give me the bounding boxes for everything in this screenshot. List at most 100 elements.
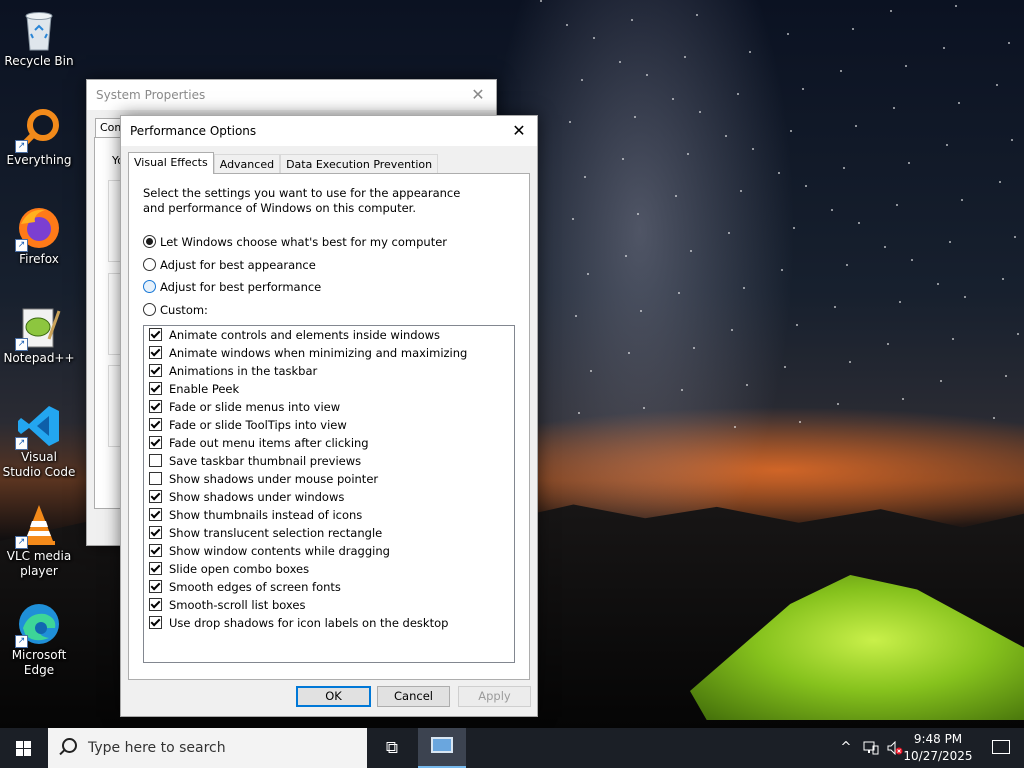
performance-options-dialog[interactable]: Performance Options ✕ Visual Effects Adv… (120, 115, 538, 717)
checkbox[interactable] (149, 490, 162, 503)
radio-best-performance[interactable]: Adjust for best performance (143, 278, 321, 296)
start-button[interactable] (0, 728, 48, 768)
checkbox[interactable] (149, 526, 162, 539)
system-properties-titlebar[interactable]: System Properties ✕ (87, 80, 496, 110)
effect-item[interactable]: Animations in the taskbar (144, 362, 514, 380)
star (958, 102, 960, 104)
effect-label: Show shadows under windows (169, 490, 345, 504)
tab-advanced[interactable]: Advanced (213, 154, 281, 174)
star (587, 273, 589, 275)
star (590, 370, 592, 372)
effect-item[interactable]: Smooth edges of screen fonts (144, 578, 514, 596)
effect-item[interactable]: Fade or slide ToolTips into view (144, 416, 514, 434)
desktop-icon-everything[interactable]: ↗ Everything (2, 105, 76, 168)
effect-label: Fade or slide ToolTips into view (169, 418, 347, 432)
radio-indicator[interactable] (143, 303, 156, 316)
shortcut-arrow-icon: ↗ (15, 239, 28, 252)
effect-item[interactable]: Animate controls and elements inside win… (144, 326, 514, 344)
checkbox[interactable] (149, 418, 162, 431)
effect-item[interactable]: Slide open combo boxes (144, 560, 514, 578)
checkbox[interactable] (149, 346, 162, 359)
effect-item[interactable]: Fade out menu items after clicking (144, 434, 514, 452)
radio-best-appearance[interactable]: Adjust for best appearance (143, 256, 316, 274)
star (681, 389, 683, 391)
checkbox[interactable] (149, 364, 162, 377)
effect-item[interactable]: Smooth-scroll list boxes (144, 596, 514, 614)
star (1008, 42, 1010, 44)
visual-effects-tabpage: Select the settings you want to use for … (128, 173, 530, 680)
checkbox[interactable] (149, 382, 162, 395)
desktop-icon-edge[interactable]: ↗ Microsoft Edge (2, 600, 76, 678)
checkbox[interactable] (149, 454, 162, 467)
effect-item[interactable]: Show shadows under mouse pointer (144, 470, 514, 488)
star (849, 361, 851, 363)
radio-label: Custom: (160, 303, 208, 317)
checkbox[interactable] (149, 598, 162, 611)
checkbox[interactable] (149, 328, 162, 341)
star (799, 421, 801, 423)
task-view-button[interactable]: ⧉ (372, 728, 412, 768)
effect-item[interactable]: Show shadows under windows (144, 488, 514, 506)
search-icon (62, 738, 77, 753)
star (964, 296, 966, 298)
star (725, 135, 727, 137)
effect-item[interactable]: Show window contents while dragging (144, 542, 514, 560)
effect-item[interactable]: Fade or slide menus into view (144, 398, 514, 416)
checkbox[interactable] (149, 508, 162, 521)
effect-label: Animations in the taskbar (169, 364, 318, 378)
apply-button[interactable]: Apply (458, 686, 531, 707)
action-center-button[interactable] (978, 728, 1024, 768)
tray-overflow-chevron-icon[interactable]: ^ (836, 728, 856, 768)
desktop-icon-firefox[interactable]: ↗ Firefox (2, 204, 76, 267)
desktop-icon-vscode[interactable]: ↗ Visual Studio Code (2, 402, 76, 480)
effect-item[interactable]: Show translucent selection rectangle (144, 524, 514, 542)
star (781, 269, 783, 271)
effect-item[interactable]: Show thumbnails instead of icons (144, 506, 514, 524)
desktop-icon-vlc[interactable]: ↗ VLC media player (2, 501, 76, 579)
radio-custom[interactable]: Custom: (143, 301, 208, 319)
taskbar-search-box[interactable]: Type here to search (48, 728, 367, 768)
system-properties-icon (431, 737, 453, 753)
tab-data-execution-prevention[interactable]: Data Execution Prevention (280, 154, 439, 174)
effect-item[interactable]: Animate windows when minimizing and maxi… (144, 344, 514, 362)
checkbox[interactable] (149, 616, 162, 629)
desktop-icon-notepadpp[interactable]: ↗ Notepad++ (2, 303, 76, 366)
desktop-icon-recycle-bin[interactable]: Recycle Bin (2, 6, 76, 69)
star (831, 209, 833, 211)
checkbox[interactable] (149, 436, 162, 449)
taskbar-app-system-properties[interactable] (418, 728, 466, 768)
star (952, 338, 954, 340)
star (622, 158, 624, 160)
star (940, 380, 942, 382)
effect-item[interactable]: Save taskbar thumbnail previews (144, 452, 514, 470)
star (996, 84, 998, 86)
tab-visual-effects[interactable]: Visual Effects (128, 152, 214, 174)
firefox-icon: ↗ (15, 204, 63, 252)
network-icon[interactable] (860, 728, 882, 768)
checkbox[interactable] (149, 562, 162, 575)
checkbox[interactable] (149, 544, 162, 557)
checkbox[interactable] (149, 580, 162, 593)
checkbox[interactable] (149, 400, 162, 413)
performance-options-titlebar[interactable]: Performance Options ✕ (121, 116, 537, 146)
checkbox[interactable] (149, 472, 162, 485)
radio-indicator[interactable] (143, 280, 156, 293)
close-icon[interactable]: ✕ (505, 118, 533, 144)
taskbar-clock[interactable]: 9:48 PM 10/27/2025 (903, 731, 973, 765)
star (778, 172, 780, 174)
radio-let-windows-choose[interactable]: Let Windows choose what's best for my co… (143, 233, 447, 251)
star (631, 19, 633, 21)
effect-label: Show thumbnails instead of icons (169, 508, 363, 522)
cancel-button[interactable]: Cancel (377, 686, 450, 707)
ok-button[interactable]: OK (296, 686, 371, 707)
star (687, 153, 689, 155)
radio-indicator[interactable] (143, 258, 156, 271)
visual-effects-checklist[interactable]: Animate controls and elements inside win… (143, 325, 515, 663)
close-icon[interactable]: ✕ (464, 82, 492, 108)
star (578, 412, 580, 414)
effect-item[interactable]: Use drop shadows for icon labels on the … (144, 614, 514, 632)
desktop-icon-label: Microsoft Edge (11, 648, 67, 677)
star (566, 24, 568, 26)
effect-item[interactable]: Enable Peek (144, 380, 514, 398)
radio-indicator[interactable] (143, 235, 156, 248)
